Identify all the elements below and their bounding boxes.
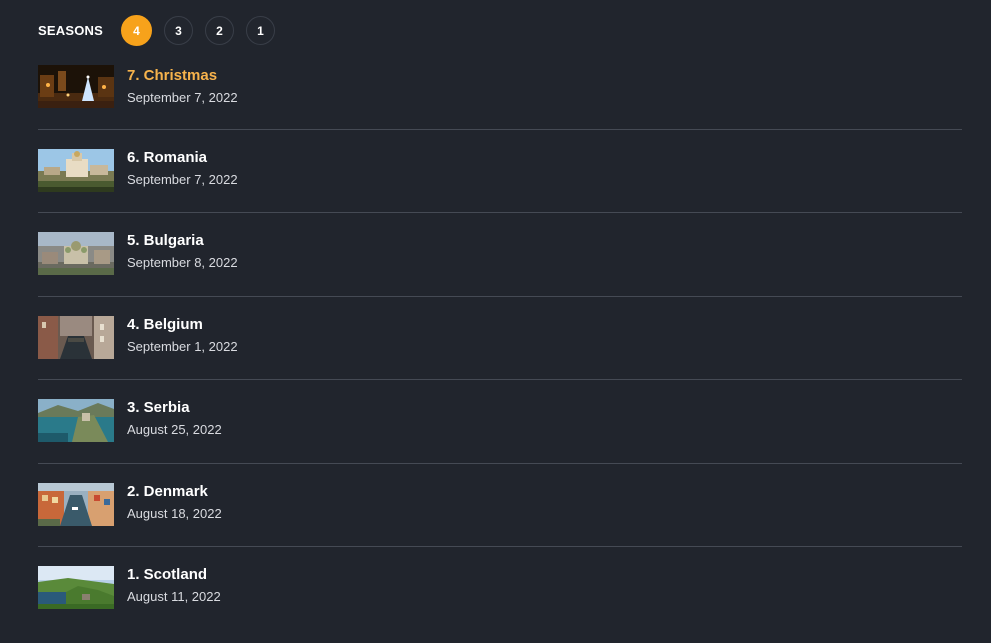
episode-thumbnail-romania[interactable] — [38, 148, 114, 192]
episode-item-scotland[interactable]: 1. Scotland August 11, 2022 — [38, 547, 962, 630]
season-button-2[interactable]: 2 — [204, 16, 234, 45]
episode-thumbnail-belgium[interactable] — [38, 315, 114, 359]
episode-date: August 11, 2022 — [127, 589, 221, 604]
episode-thumbnail-bulgaria[interactable] — [38, 232, 114, 275]
episode-title[interactable]: 6. Romania — [127, 149, 238, 167]
season-selector: SEASONS 4 3 2 1 — [38, 14, 287, 47]
season-button-4[interactable]: 4 — [120, 15, 152, 46]
episode-item-christmas[interactable]: 7. Christmas September 7, 2022 — [38, 65, 962, 129]
episode-item-romania[interactable]: 6. Romania September 7, 2022 — [38, 130, 962, 213]
episode-item-serbia[interactable]: 3. Serbia August 25, 2022 — [38, 380, 962, 463]
season-button-1[interactable]: 1 — [245, 16, 275, 45]
episode-title[interactable]: 2. Denmark — [127, 483, 222, 501]
episode-title[interactable]: 4. Belgium — [127, 316, 238, 334]
episode-title[interactable]: 5. Bulgaria — [127, 232, 238, 250]
episode-title[interactable]: 7. Christmas — [127, 67, 238, 85]
episode-date: September 8, 2022 — [127, 255, 238, 270]
episode-thumbnail-denmark[interactable] — [38, 482, 114, 526]
episode-thumbnail-christmas[interactable] — [38, 65, 114, 108]
episode-title[interactable]: 3. Serbia — [127, 399, 222, 417]
episode-date: August 18, 2022 — [127, 505, 222, 521]
episode-item-bulgaria[interactable]: 5. Bulgaria September 8, 2022 — [38, 213, 962, 296]
episode-item-denmark[interactable]: 2. Denmark August 18, 2022 — [38, 464, 962, 547]
episode-date: September 7, 2022 — [127, 90, 238, 105]
episode-title[interactable]: 1. Scotland — [127, 566, 221, 584]
episode-item-belgium[interactable]: 4. Belgium September 1, 2022 — [38, 297, 962, 380]
episode-thumbnail-scotland[interactable] — [38, 566, 114, 609]
episodes-page: SEASONS 4 3 2 1 7. Christmas September 7… — [0, 0, 991, 643]
episode-date: August 25, 2022 — [127, 422, 222, 437]
episode-date: September 7, 2022 — [127, 171, 238, 187]
season-button-3[interactable]: 3 — [163, 16, 193, 45]
episode-thumbnail-serbia[interactable] — [38, 399, 114, 442]
episode-date: September 1, 2022 — [127, 338, 238, 354]
seasons-label: SEASONS — [38, 23, 103, 38]
episode-list: 7. Christmas September 7, 2022 6. Romani… — [38, 65, 962, 630]
